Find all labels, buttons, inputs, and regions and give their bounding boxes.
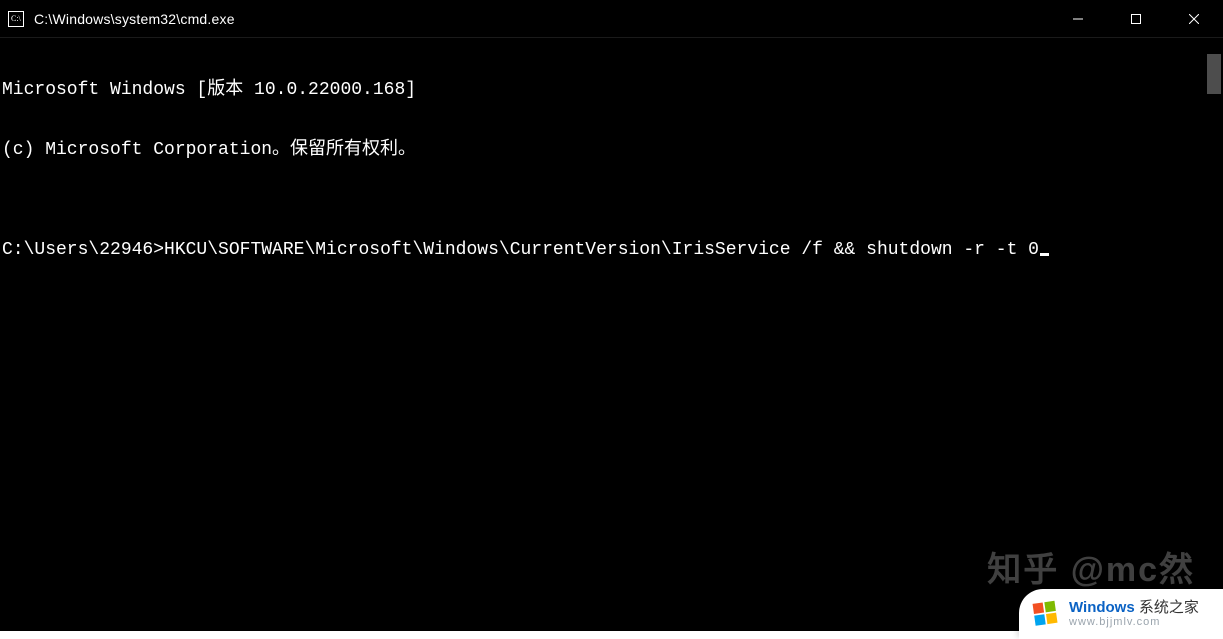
window-title: C:\Windows\system32\cmd.exe	[34, 11, 1049, 27]
brand-watermark: Windows 系统之家 www.bjjmlv.com	[1019, 589, 1223, 639]
titlebar[interactable]: C:\ C:\Windows\system32\cmd.exe	[0, 0, 1223, 38]
brand-title: Windows 系统之家	[1069, 600, 1199, 617]
terminal-line: Microsoft Windows [版本 10.0.22000.168]	[2, 80, 1201, 100]
prompt-text: C:\Users\22946>	[2, 240, 164, 260]
windows-logo-icon	[1029, 597, 1063, 631]
brand-prefix: Windows	[1069, 599, 1135, 616]
svg-text:C:\: C:\	[11, 14, 22, 23]
minimize-button[interactable]	[1049, 0, 1107, 37]
cmd-icon: C:\	[8, 11, 24, 27]
scrollbar-thumb[interactable]	[1207, 54, 1221, 94]
terminal-prompt-line: C:\Users\22946>HKCU\SOFTWARE\Microsoft\W…	[2, 240, 1201, 260]
cursor-icon	[1040, 253, 1049, 256]
terminal-line: (c) Microsoft Corporation。保留所有权利。	[2, 140, 1201, 160]
maximize-button[interactable]	[1107, 0, 1165, 37]
brand-suffix: 系统之家	[1135, 599, 1199, 616]
brand-text: Windows 系统之家 www.bjjmlv.com	[1069, 600, 1199, 629]
brand-url: www.bjjmlv.com	[1069, 616, 1199, 628]
terminal-area[interactable]: Microsoft Windows [版本 10.0.22000.168] (c…	[0, 38, 1203, 631]
cmd-window: C:\ C:\Windows\system32\cmd.exe Microsof…	[0, 0, 1223, 631]
close-button[interactable]	[1165, 0, 1223, 37]
scrollbar-track[interactable]	[1203, 38, 1223, 631]
command-text: HKCU\SOFTWARE\Microsoft\Windows\CurrentV…	[164, 240, 1039, 260]
window-controls	[1049, 0, 1223, 37]
